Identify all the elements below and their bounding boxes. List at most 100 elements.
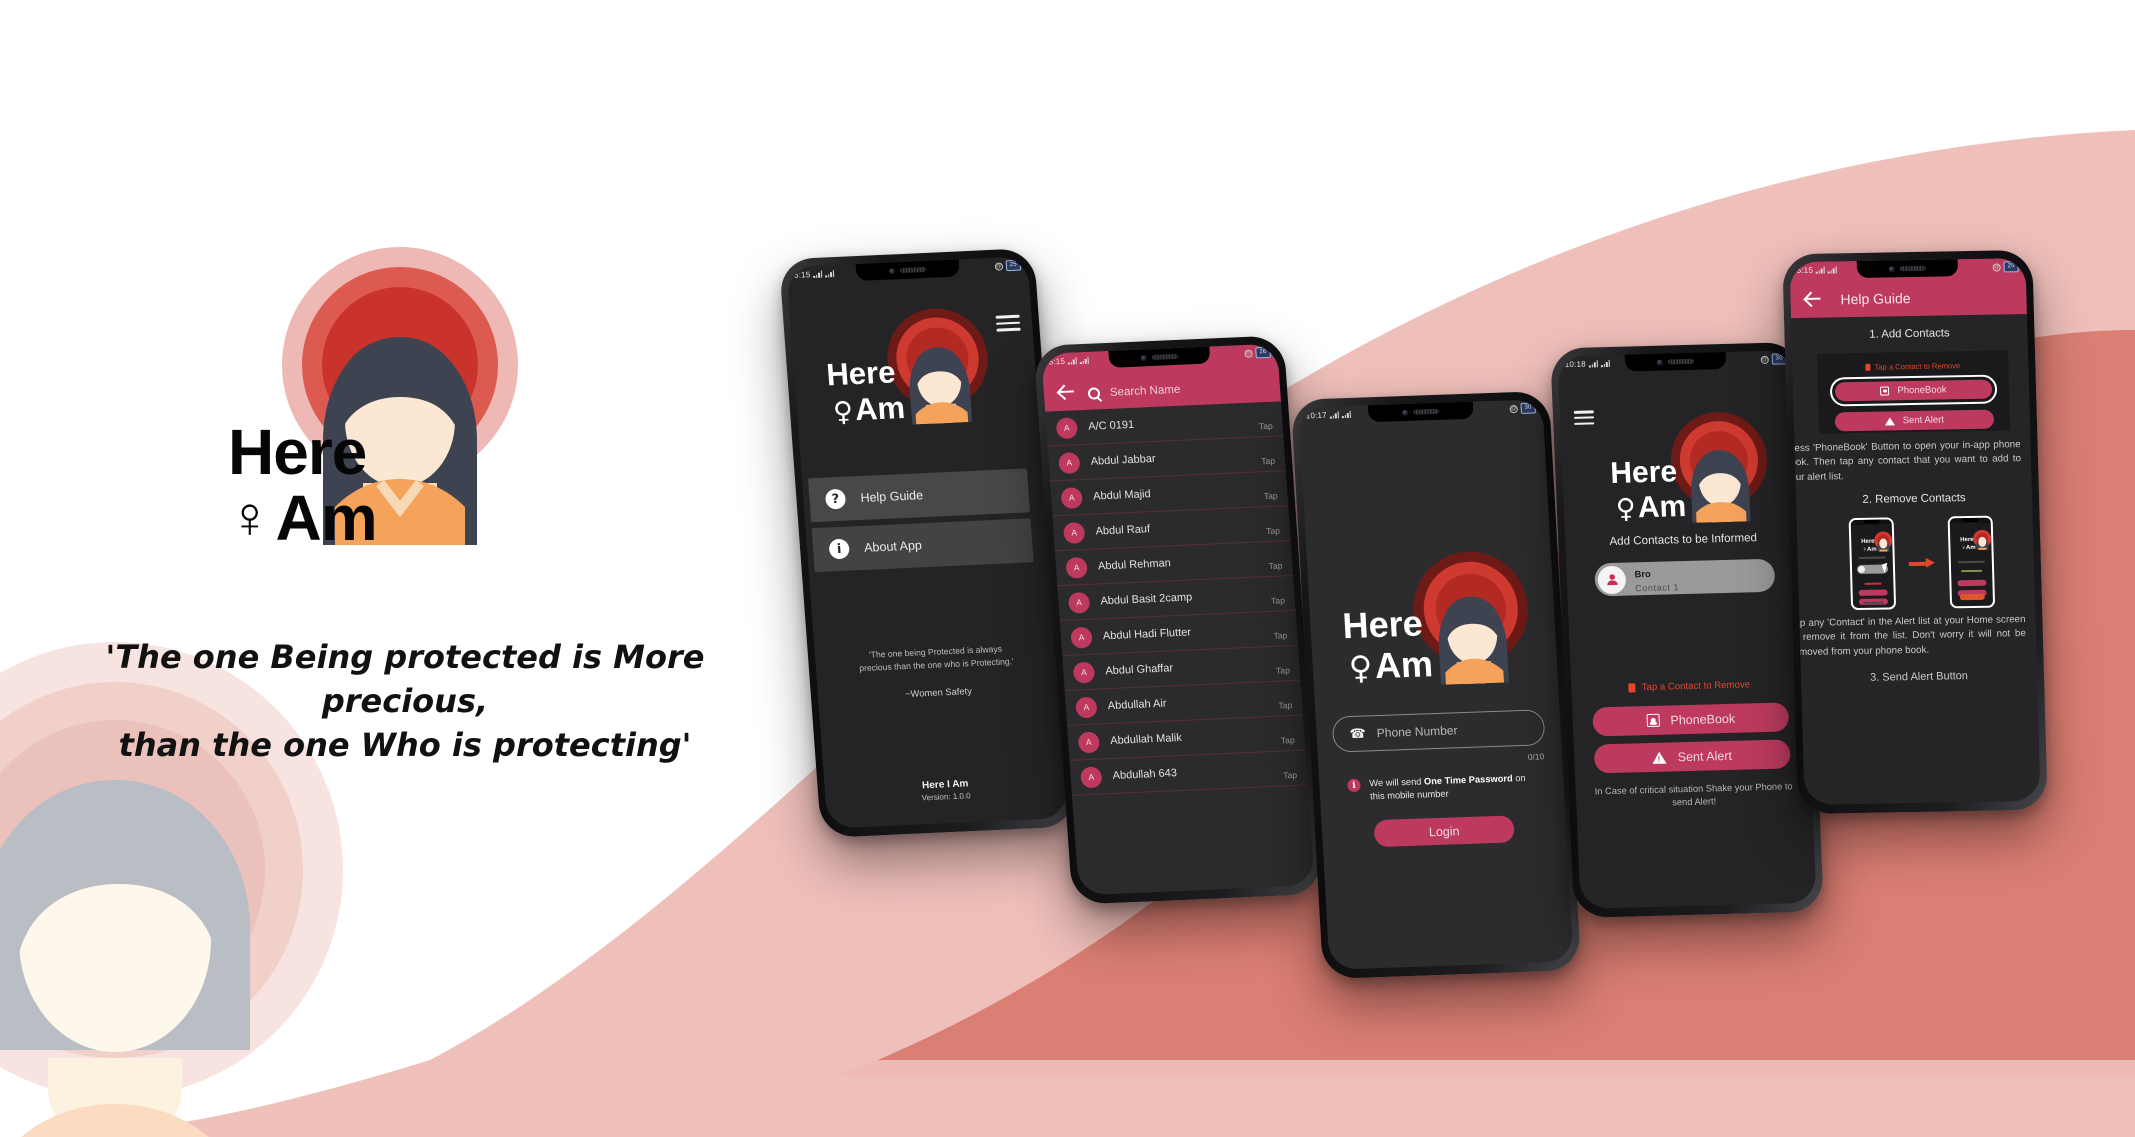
signal-bars-icon	[1068, 357, 1078, 365]
phone-notch	[855, 259, 960, 282]
earpiece-speaker-icon	[1151, 353, 1179, 360]
demo-tap-remove: Tap a Contact to Remove	[1817, 350, 2009, 372]
person-icon	[1597, 565, 1627, 594]
contact-name: A/C 0191	[1087, 418, 1135, 433]
shake-hint: In Case of critical situation Shake your…	[1594, 781, 1793, 808]
warning-triangle-icon	[1884, 416, 1895, 426]
drawer-menu-button[interactable]	[995, 311, 1021, 336]
status-time: 10:18	[1564, 359, 1586, 370]
send-alert-button[interactable]: Sent Alert	[1593, 739, 1791, 774]
contact-name: Abdul Rehman	[1097, 557, 1172, 573]
otp-hint: i We will send One Time Password on this…	[1347, 771, 1542, 803]
mini-app-logo: Here ♀Am	[1960, 529, 1992, 551]
help-section-1-heading: 1. Add Contacts	[1869, 327, 1950, 341]
signal-bars-icon	[813, 270, 823, 278]
character-counter: 0/10	[1527, 751, 1545, 762]
contact-tap-label: Tap	[1273, 630, 1288, 641]
earpiece-speaker-icon	[1900, 265, 1927, 272]
contact-name: Abdullah 643	[1112, 767, 1178, 782]
phone-handset-icon: ☎	[1349, 725, 1367, 742]
contact-avatar: A	[1080, 765, 1103, 788]
help-paragraph-2: Tap any 'Contact' in the Alert list at y…	[1789, 614, 2027, 659]
signal-bars-icon-2	[1828, 266, 1838, 274]
brand-wordmark: Here ♀ Am	[228, 416, 438, 550]
front-camera-icon	[1140, 354, 1148, 361]
help-circle-icon: ?	[824, 488, 847, 510]
drawer-menu-button[interactable]	[1573, 407, 1595, 428]
info-icon: i	[1347, 778, 1361, 793]
signal-bars-icon	[1329, 411, 1339, 419]
contact-avatar: A	[1077, 731, 1101, 753]
phonebook-label: PhoneBook	[1670, 711, 1736, 727]
phone-screen: 5:15 @ 25 Here ♀ Am ? Help Guide i About…	[786, 256, 1069, 829]
quote-author: ~Women Safety	[904, 684, 973, 699]
brand-word-here: Here	[228, 416, 367, 488]
warning-triangle-icon	[1652, 751, 1667, 764]
phone-mockup-help-guide: 5:15 @ 25 Help Guide 1. Add Contacts Tap…	[1782, 249, 2048, 815]
back-arrow-icon[interactable]	[1804, 290, 1823, 308]
signal-bars-icon-2	[1341, 410, 1351, 419]
front-camera-icon	[1657, 359, 1664, 366]
otp-pre: We will send	[1369, 776, 1425, 789]
demo-phonebook-button[interactable]: PhoneBook	[1834, 379, 1993, 402]
phonebook-button[interactable]: PhoneBook	[1592, 702, 1790, 737]
signal-bars-icon-2	[1600, 359, 1610, 368]
earpiece-speaker-icon	[1413, 408, 1440, 415]
battery-badge: 26	[1255, 346, 1271, 359]
tagline-line-2: than the one Who is protecting'	[118, 726, 692, 765]
earpiece-speaker-icon	[899, 266, 927, 274]
contact-avatar: A	[1075, 696, 1098, 718]
status-time: 5:15	[1048, 356, 1066, 367]
contact-chip-text: Bro Contact 1	[1634, 563, 1679, 593]
page-title: Help Guide	[1840, 290, 1911, 308]
contact-name: Abdullah Air	[1107, 697, 1167, 713]
demo-phonebook-label: PhoneBook	[1897, 384, 1947, 397]
contact-tap-label: Tap	[1260, 455, 1276, 467]
phone-mockup-home: 10:18 @ 30 Here ♀ Am Add Contacts to be …	[1550, 341, 1824, 919]
drawer-quote: 'The one being Protected is always preci…	[829, 641, 1046, 704]
contacts-list[interactable]: A A/C 0191 Tap A Abdul Jabbar Tap A Abdul Majid…	[1045, 401, 1315, 895]
help-demo-screenshot: Tap a Contact to Remove PhoneBook Sent A…	[1816, 350, 2011, 434]
phone-number-placeholder: Phone Number	[1376, 723, 1458, 741]
contact-avatar: A	[1067, 591, 1091, 614]
login-button[interactable]: Login	[1373, 815, 1515, 848]
mini-phone-before: Here ♀Am	[1848, 517, 1897, 611]
contact-name: Abdul Jabbar	[1090, 452, 1156, 468]
info-circle-icon: i	[828, 538, 850, 560]
contact-avatar: A	[1055, 416, 1079, 439]
contact-tap-label: Tap	[1258, 420, 1274, 432]
search-icon	[1087, 387, 1101, 400]
contact-tap-label: Tap	[1275, 665, 1291, 676]
tap-to-remove-hint: Tap a Contact to Remove	[1571, 678, 1807, 695]
contact-slot: Contact 1	[1635, 582, 1680, 594]
app-logo: Here ♀ Am	[825, 308, 988, 428]
alert-contact-chip[interactable]: Bro Contact 1	[1594, 558, 1776, 597]
alarm-icon: @	[1992, 262, 2001, 272]
svg-text:Here: Here	[1341, 602, 1423, 646]
contact-tap-label: Tap	[1282, 769, 1298, 781]
contact-avatar: A	[1072, 661, 1096, 684]
phone-screen: 5:15 @ 26 Search Name A A/C 0191 Tap A Abdul…	[1041, 343, 1315, 896]
tagline-line-1: 'The one Being protected is More preciou…	[105, 638, 705, 721]
phone-screen: 10:18 @ 30 Here ♀ Am Add Contacts to be …	[1557, 350, 1817, 909]
drawer-footer: Here I Am Version: 1.0.0	[824, 774, 1066, 807]
battery-badge: 25	[2003, 261, 2019, 273]
contact-avatar: A	[1070, 626, 1093, 649]
highlight-ring: PhoneBook	[1829, 374, 1998, 407]
back-arrow-icon[interactable]	[1057, 382, 1076, 401]
contact-avatar: A	[1065, 556, 1088, 579]
arrow-right-icon	[1909, 558, 1935, 568]
promo-banner: Here ♀ Am 'The one Being protected is Mo…	[0, 0, 2135, 1137]
otp-bold: One Time Password	[1423, 773, 1513, 787]
search-field[interactable]: Search Name	[1087, 380, 1267, 400]
mini-phone-after: Here ♀Am	[1947, 515, 1996, 609]
phone-number-input[interactable]: ☎ Phone Number	[1331, 709, 1546, 753]
drawer-item-about-app[interactable]: i About App	[811, 518, 1034, 573]
demo-send-alert-button[interactable]: Sent Alert	[1834, 409, 1995, 432]
contact-name: Abdul Hadi Flutter	[1102, 626, 1192, 643]
drawer-item-help-guide[interactable]: ? Help Guide	[807, 468, 1031, 523]
svg-text:Here: Here	[1861, 539, 1875, 545]
app-logo: Here ♀ Am	[1610, 412, 1767, 526]
svg-text:Here: Here	[825, 354, 896, 392]
drawer-menu-list: ? Help Guide i About App	[807, 468, 1034, 578]
